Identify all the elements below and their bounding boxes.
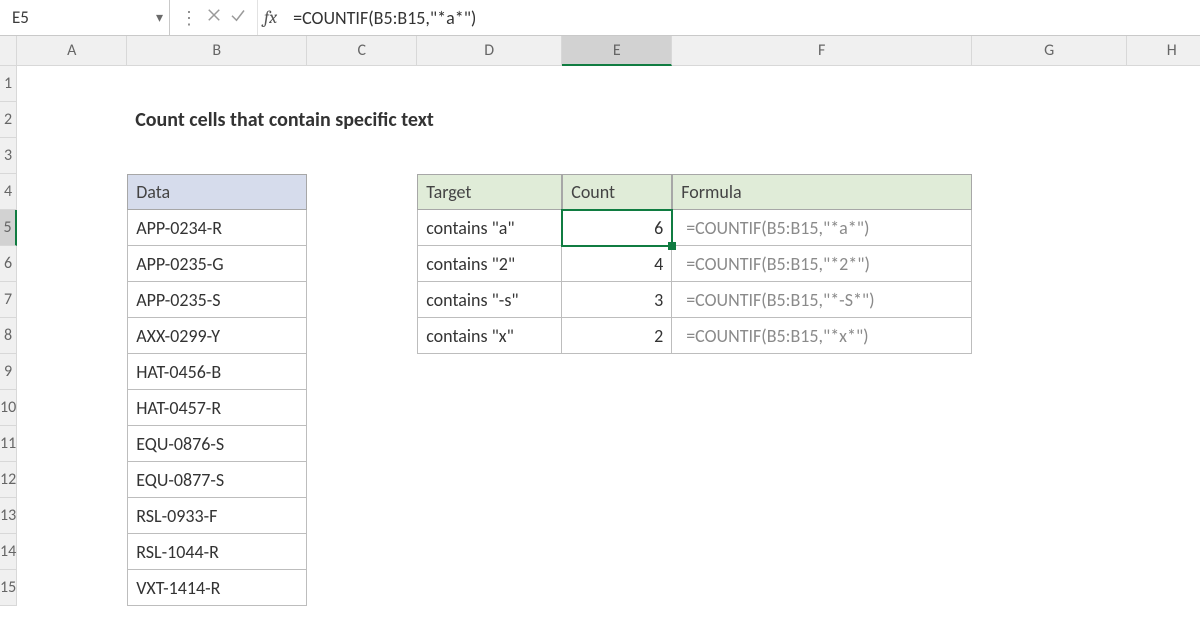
formula-bar: E5 ▾ ⋮ fx =COUNTIF(B5:B15,"*a*") [0, 0, 1200, 36]
cell-B5[interactable]: APP-0234-R [127, 210, 307, 246]
row-header-11[interactable]: 11 [0, 426, 17, 462]
name-box[interactable]: E5 ▾ [0, 0, 170, 35]
name-box-value: E5 [12, 7, 29, 28]
col-header-C[interactable]: C [307, 36, 417, 66]
cell-E8[interactable]: 2 [562, 318, 672, 354]
cell-D7[interactable]: contains "-s" [417, 282, 562, 318]
cell-E4-header-count[interactable]: Count [562, 174, 672, 210]
row-header-4[interactable]: 4 [0, 174, 17, 210]
cell-F8[interactable]: =COUNTIF(B5:B15,"*x*") [672, 318, 972, 354]
row-header-8[interactable]: 8 [0, 318, 17, 354]
col-header-B[interactable]: B [127, 36, 307, 66]
col-header-H[interactable]: H [1127, 36, 1200, 66]
row-header-14[interactable]: 14 [0, 534, 17, 570]
cell-B13[interactable]: RSL-0933-F [127, 498, 307, 534]
cell-D4-header-target[interactable]: Target [417, 174, 562, 210]
cell-B9[interactable]: HAT-0456-B [127, 354, 307, 390]
cell-B15[interactable]: VXT-1414-R [127, 570, 307, 606]
col-header-F[interactable]: F [672, 36, 972, 66]
spreadsheet-grid: 1 2 3 4 5 6 7 8 9 10 11 12 13 14 15 A B … [0, 36, 1200, 606]
row-header-6[interactable]: 6 [0, 246, 17, 282]
cell-B7[interactable]: APP-0235-S [127, 282, 307, 318]
formula-input[interactable]: =COUNTIF(B5:B15,"*a*") [283, 0, 1200, 35]
cell-B11[interactable]: EQU-0876-S [127, 426, 307, 462]
cell-D5[interactable]: contains "a" [417, 210, 562, 246]
cell-E6[interactable]: 4 [562, 246, 672, 282]
row-header-9[interactable]: 9 [0, 354, 17, 390]
col-header-E[interactable]: E [562, 36, 672, 66]
cell-F4-header-formula[interactable]: Formula [672, 174, 972, 210]
col-header-D[interactable]: D [417, 36, 562, 66]
cell-B6[interactable]: APP-0235-G [127, 246, 307, 282]
formula-bar-controls: ⋮ [170, 0, 258, 35]
formula-text: =COUNTIF(B5:B15,"*a*") [293, 7, 476, 29]
sheet-area[interactable]: A B C D E F G H Count cells that contain… [17, 36, 1200, 606]
cell-B10[interactable]: HAT-0457-R [127, 390, 307, 426]
cancel-icon[interactable] [205, 6, 223, 29]
column-headers: A B C D E F G H [17, 36, 1200, 66]
cell-F5[interactable]: =COUNTIF(B5:B15,"*a*") [672, 210, 972, 246]
col-header-A[interactable]: A [17, 36, 127, 66]
cell-F6[interactable]: =COUNTIF(B5:B15,"*2*") [672, 246, 972, 282]
chevron-down-icon[interactable]: ▾ [156, 9, 163, 26]
cell-B12[interactable]: EQU-0877-S [127, 462, 307, 498]
row-header-7[interactable]: 7 [0, 282, 17, 318]
cell-F7[interactable]: =COUNTIF(B5:B15,"*-S*") [672, 282, 972, 318]
row-header-13[interactable]: 13 [0, 498, 17, 534]
more-icon: ⋮ [180, 7, 199, 29]
col-header-G[interactable]: G [972, 36, 1127, 66]
row-header-10[interactable]: 10 [0, 390, 17, 426]
cell-D8[interactable]: contains "x" [417, 318, 562, 354]
fx-label[interactable]: fx [258, 0, 283, 35]
row-header-12[interactable]: 12 [0, 462, 17, 498]
row-headers: 1 2 3 4 5 6 7 8 9 10 11 12 13 14 15 [0, 36, 17, 606]
cell-E7[interactable]: 3 [562, 282, 672, 318]
row-header-3[interactable]: 3 [0, 138, 17, 174]
select-all-corner[interactable] [0, 36, 17, 66]
confirm-icon[interactable] [229, 6, 247, 29]
row-header-2[interactable]: 2 [0, 102, 17, 138]
row-header-15[interactable]: 15 [0, 570, 17, 606]
cell-B8[interactable]: AXX-0299-Y [127, 318, 307, 354]
row-header-5[interactable]: 5 [0, 210, 17, 246]
cell-B4-header-data[interactable]: Data [127, 174, 307, 210]
cell-B2-title[interactable]: Count cells that contain specific text [127, 102, 627, 138]
row-header-1[interactable]: 1 [0, 66, 17, 102]
cell-B14[interactable]: RSL-1044-R [127, 534, 307, 570]
cell-D6[interactable]: contains "2" [417, 246, 562, 282]
cell-E5[interactable]: 6 [562, 210, 672, 246]
